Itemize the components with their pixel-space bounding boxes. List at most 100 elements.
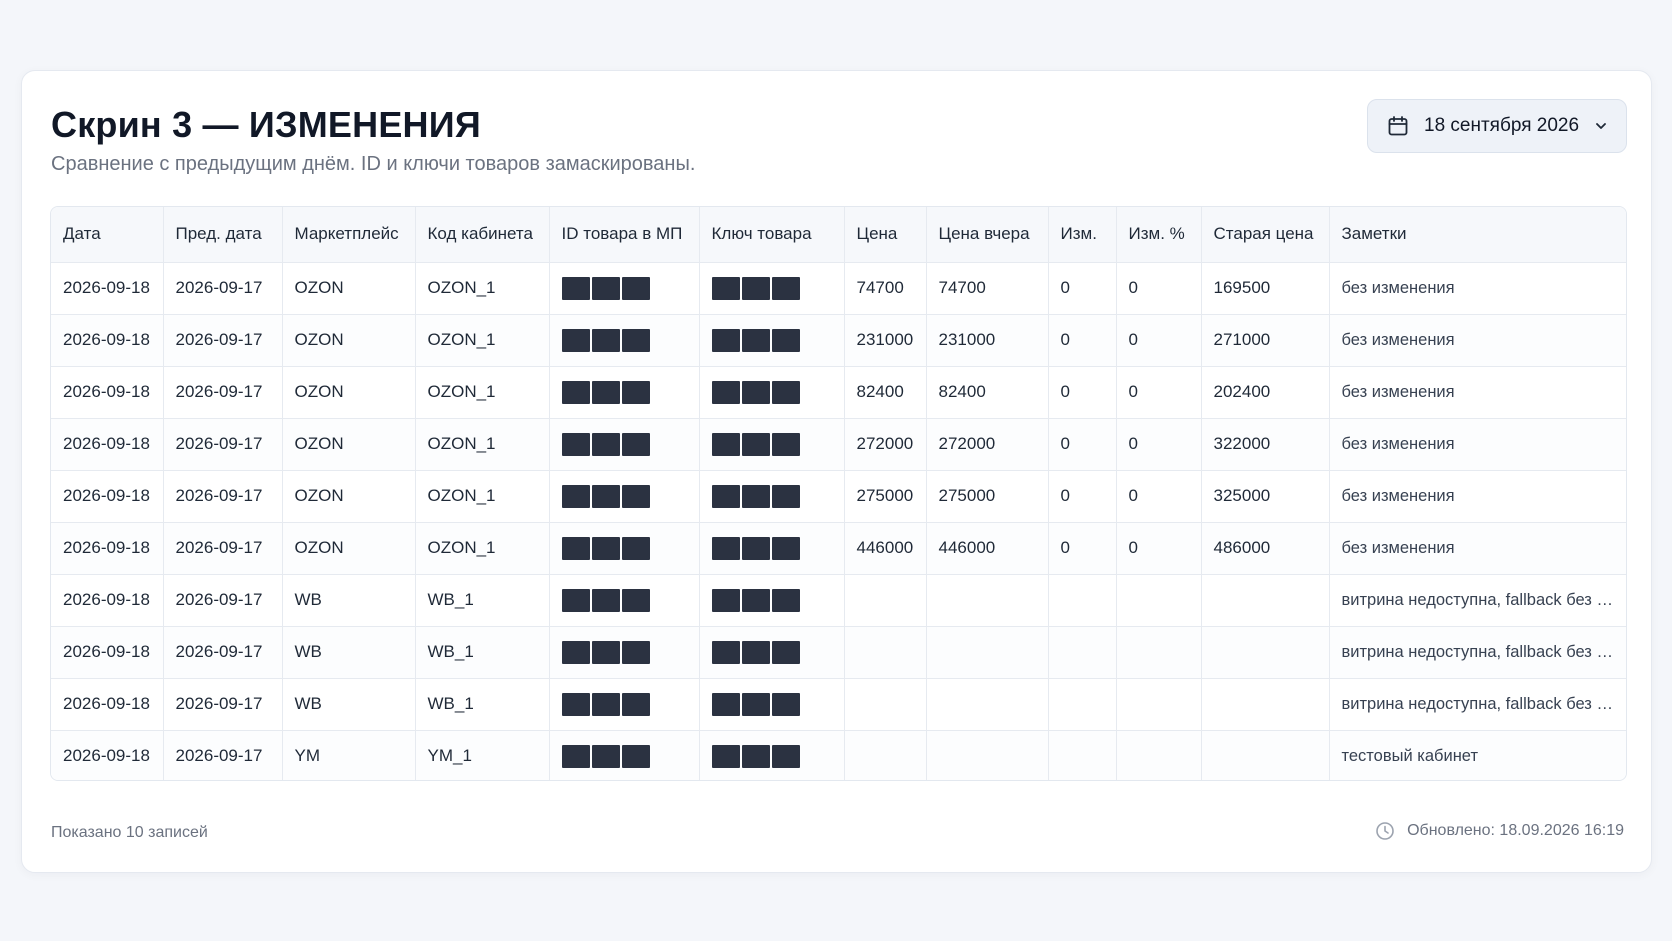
masked-product-id	[561, 328, 650, 352]
marketplace-cell: OZON	[282, 314, 416, 367]
cabinet-code-cell: WB_1	[415, 574, 550, 627]
calendar-icon	[1386, 114, 1410, 138]
old-price-cell: 322000	[1201, 418, 1330, 471]
change-percent-cell: 0	[1116, 418, 1202, 471]
date-cell: 2026-09-18	[51, 262, 164, 315]
notes-cell: витрина недоступна, fallback без sp...	[1329, 626, 1626, 679]
column-header: Код кабинета	[415, 207, 550, 263]
product-key-cell	[699, 730, 845, 780]
change-cell	[1048, 730, 1117, 780]
masked-product-id	[561, 744, 650, 768]
cabinet-code-cell: OZON_1	[415, 470, 550, 523]
prev-date-cell: 2026-09-17	[163, 262, 283, 315]
prev-date-cell: 2026-09-17	[163, 522, 283, 575]
notes-cell: без изменения	[1329, 470, 1626, 523]
cabinet-code-cell: WB_1	[415, 626, 550, 679]
table-row: 2026-09-18 2026-09-17 OZON OZON_1 74700 74700…	[51, 262, 1626, 315]
change-percent-cell: 0	[1116, 522, 1202, 575]
old-price-cell: 486000	[1201, 522, 1330, 575]
column-header: Изм. %	[1116, 207, 1202, 263]
old-price-cell: 325000	[1201, 470, 1330, 523]
change-cell: 0	[1048, 522, 1117, 575]
column-header: Заметки	[1329, 207, 1626, 263]
notes-cell: витрина недоступна, fallback без sp...	[1329, 574, 1626, 627]
masked-product-key	[711, 328, 800, 352]
price-yesterday-cell	[926, 730, 1049, 780]
price-yesterday-cell: 74700	[926, 262, 1049, 315]
price-yesterday-cell	[926, 574, 1049, 627]
change-percent-cell	[1116, 730, 1202, 780]
column-header: Цена вчера	[926, 207, 1049, 263]
product-key-cell	[699, 522, 845, 575]
change-cell: 0	[1048, 314, 1117, 367]
page-subtitle: Сравнение с предыдущим днём. ID и ключи …	[51, 153, 696, 175]
date-picker[interactable]: 18 сентября 2026	[1367, 99, 1627, 153]
product-id-cell	[549, 314, 700, 367]
marketplace-cell: OZON	[282, 522, 416, 575]
table-row: 2026-09-18 2026-09-17 OZON OZON_1 275000 2750…	[51, 470, 1626, 523]
price-yesterday-cell: 275000	[926, 470, 1049, 523]
product-key-cell	[699, 366, 845, 419]
prev-date-cell: 2026-09-17	[163, 626, 283, 679]
column-header: ID товара в МП	[549, 207, 700, 263]
masked-product-key	[711, 484, 800, 508]
change-percent-cell	[1116, 574, 1202, 627]
masked-product-id	[561, 432, 650, 456]
date-cell: 2026-09-18	[51, 574, 164, 627]
product-key-cell	[699, 574, 845, 627]
masked-product-key	[711, 380, 800, 404]
change-cell	[1048, 626, 1117, 679]
cabinet-code-cell: OZON_1	[415, 418, 550, 471]
price-cell: 82400	[844, 366, 927, 419]
masked-product-key	[711, 640, 800, 664]
price-yesterday-cell	[926, 626, 1049, 679]
notes-cell: без изменения	[1329, 262, 1626, 315]
old-price-cell	[1201, 626, 1330, 679]
price-cell: 275000	[844, 470, 927, 523]
change-cell: 0	[1048, 470, 1117, 523]
table-row: 2026-09-18 2026-09-17 OZON OZON_1 272000 2720…	[51, 418, 1626, 471]
old-price-cell	[1201, 730, 1330, 780]
chevron-down-icon	[1593, 118, 1609, 134]
date-cell: 2026-09-18	[51, 678, 164, 731]
masked-product-id	[561, 588, 650, 612]
product-id-cell	[549, 730, 700, 780]
change-percent-cell: 0	[1116, 470, 1202, 523]
product-key-cell	[699, 314, 845, 367]
updated-info: Обновлено: 18.09.2026 16:19	[1375, 821, 1624, 841]
prev-date-cell: 2026-09-17	[163, 366, 283, 419]
old-price-cell	[1201, 574, 1330, 627]
masked-product-key	[711, 744, 800, 768]
price-yesterday-cell	[926, 678, 1049, 731]
marketplace-cell: WB	[282, 626, 416, 679]
cabinet-code-cell: OZON_1	[415, 522, 550, 575]
product-key-cell	[699, 470, 845, 523]
masked-product-id	[561, 380, 650, 404]
price-cell	[844, 678, 927, 731]
price-cell	[844, 574, 927, 627]
prev-date-cell: 2026-09-17	[163, 418, 283, 471]
price-cell: 74700	[844, 262, 927, 315]
price-cell: 446000	[844, 522, 927, 575]
cabinet-code-cell: WB_1	[415, 678, 550, 731]
cabinet-code-cell: YM_1	[415, 730, 550, 780]
masked-product-key	[711, 432, 800, 456]
masked-product-id	[561, 484, 650, 508]
product-id-cell	[549, 418, 700, 471]
change-percent-cell: 0	[1116, 262, 1202, 315]
notes-cell: тестовый кабинет	[1329, 730, 1626, 780]
date-cell: 2026-09-18	[51, 314, 164, 367]
column-header: Старая цена	[1201, 207, 1330, 263]
prev-date-cell: 2026-09-17	[163, 678, 283, 731]
product-id-cell	[549, 262, 700, 315]
price-cell	[844, 730, 927, 780]
change-cell: 0	[1048, 262, 1117, 315]
prev-date-cell: 2026-09-17	[163, 470, 283, 523]
prev-date-cell: 2026-09-17	[163, 314, 283, 367]
cabinet-code-cell: OZON_1	[415, 366, 550, 419]
prev-date-cell: 2026-09-17	[163, 574, 283, 627]
old-price-cell	[1201, 678, 1330, 731]
masked-product-key	[711, 536, 800, 560]
table-row: 2026-09-18 2026-09-17 WB WB_1 витрина недост…	[51, 678, 1626, 731]
old-price-cell: 202400	[1201, 366, 1330, 419]
